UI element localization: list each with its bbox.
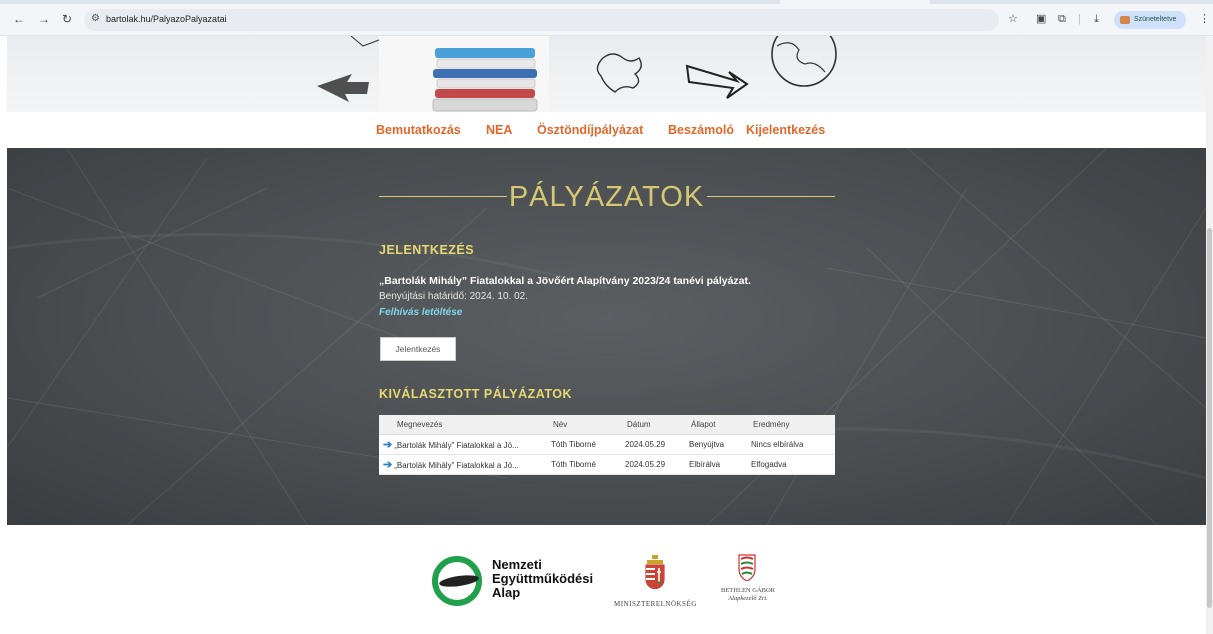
hungarian-crest-icon[interactable]	[644, 555, 666, 589]
nea-line-1: Nemzeti	[492, 557, 542, 572]
menu-item-bemutatkozas[interactable]: Bemutatkozás	[376, 123, 461, 137]
ministry-label: MINISZTERELNÖKSÉG	[614, 600, 697, 608]
cell-status: Benyújtva	[685, 434, 747, 455]
nea-logo-text[interactable]: Nemzeti Együttműködési Alap	[492, 558, 593, 600]
menu-item-beszamolo[interactable]: Beszámoló	[668, 123, 734, 137]
footer-logos: Nemzeti Együttműködési Alap MINISZTERELN…	[7, 525, 1206, 634]
col-header-person[interactable]: Név	[547, 415, 621, 435]
table-row[interactable]: ➔ „Bartolák Mihály” Fiatalokkal a Jö... T…	[379, 434, 835, 455]
cell-person: Tóth Tiborné	[547, 434, 621, 455]
table-header-row: Megnevezés Név Dátum Állapot Eredmény	[379, 415, 835, 435]
menu-item-nea[interactable]: NEA	[486, 123, 512, 137]
bethlen-gabor-label: BETHLEN GÁBOR Alapkezelő Zrt.	[720, 587, 776, 603]
selected-section-title: KIVÁLASZTOTT PÁLYÁZATOK	[379, 387, 572, 401]
apply-button[interactable]: Jelentkezés	[380, 337, 456, 361]
cell-name: „Bartolák Mihály” Fiatalokkal a Jö...	[394, 460, 519, 470]
col-header-date[interactable]: Dátum	[621, 415, 685, 435]
col-header-status[interactable]: Állapot	[685, 415, 747, 435]
cell-date: 2024.05.29	[621, 434, 685, 455]
main-menu: Bemutatkozás NEA Ösztöndíjpályázat Beszá…	[7, 112, 1206, 148]
extensions-icon[interactable]: ⧉	[1058, 13, 1066, 25]
page-title: PÁLYÁZATOK	[508, 181, 705, 213]
bookmark-star-icon[interactable]: ☆	[1008, 13, 1018, 25]
reload-icon[interactable]: ↻	[60, 13, 74, 25]
deadline-text: Benyújtási határidő: 2024. 10. 02.	[379, 291, 528, 302]
nea-line-2: Együttműködési	[492, 571, 594, 586]
bethlen-line-2: Alapkezelő Zrt.	[728, 595, 768, 602]
menu-item-osztondijpalyazat[interactable]: Ösztöndíjpályázat	[537, 123, 643, 137]
bethlen-gabor-logo-icon[interactable]	[737, 553, 757, 581]
col-header-name[interactable]: Megnevezés	[379, 415, 547, 435]
cell-result: Nincs elbírálva	[747, 434, 835, 455]
table-row[interactable]: ➔ „Bartolák Mihály” Fiatalokkal a Jö... T…	[379, 454, 835, 475]
profile-label: Szüneteltetve	[1134, 16, 1177, 23]
tab-strip-right	[930, 0, 1213, 4]
hero-illustration	[317, 36, 837, 112]
hero-banner	[7, 36, 1206, 112]
download-call-link[interactable]: Felhívás letöltése	[379, 307, 462, 318]
menu-item-kijelentkezes[interactable]: Kijelentkezés	[746, 123, 825, 137]
profile-button[interactable]: Szüneteltetve	[1114, 11, 1186, 29]
cell-name: „Bartolák Mihály” Fiatalokkal a Jö...	[394, 440, 519, 450]
col-header-result[interactable]: Eredmény	[747, 415, 835, 435]
url-text[interactable]: bartolak.hu/PalyazoPalyazatai	[106, 14, 227, 24]
selected-applications-table: Megnevezés Név Dátum Állapot Eredmény ➔ „…	[379, 415, 835, 475]
cell-date: 2024.05.29	[621, 454, 685, 475]
application-section-title: JELENTKEZÉS	[379, 243, 475, 257]
page-viewport: Bemutatkozás NEA Ösztöndíjpályázat Beszá…	[7, 36, 1206, 634]
screenshot-icon[interactable]: ▣	[1036, 13, 1046, 25]
toolbar-divider: |	[1078, 13, 1081, 25]
call-title: „Bartolák Mihály” Fiatalokkal a Jövőért …	[379, 275, 751, 287]
forward-icon[interactable]: →	[37, 13, 51, 25]
nea-line-3: Alap	[492, 585, 521, 600]
chalkboard-section: PÁLYÁZATOK JELENTKEZÉS „Bartolák Mihály”…	[7, 148, 1206, 525]
cell-person: Tóth Tiborné	[547, 454, 621, 475]
scrollbar-thumb[interactable]	[1207, 228, 1212, 608]
back-icon[interactable]: ←	[12, 13, 26, 25]
menu-kebab-icon[interactable]: ⋮	[1199, 13, 1210, 25]
bethlen-line-1: BETHLEN GÁBOR	[721, 587, 775, 594]
tab-strip	[0, 0, 780, 4]
site-info-icon[interactable]: ⚙	[91, 13, 100, 24]
row-arrow-icon[interactable]: ➔	[383, 439, 392, 451]
cell-status: Elbírálva	[685, 454, 747, 475]
row-arrow-icon[interactable]: ➔	[383, 459, 392, 471]
profile-avatar-icon	[1120, 16, 1130, 24]
download-icon[interactable]: ⤓	[1094, 13, 1099, 25]
cell-result: Elfogadva	[747, 454, 835, 475]
